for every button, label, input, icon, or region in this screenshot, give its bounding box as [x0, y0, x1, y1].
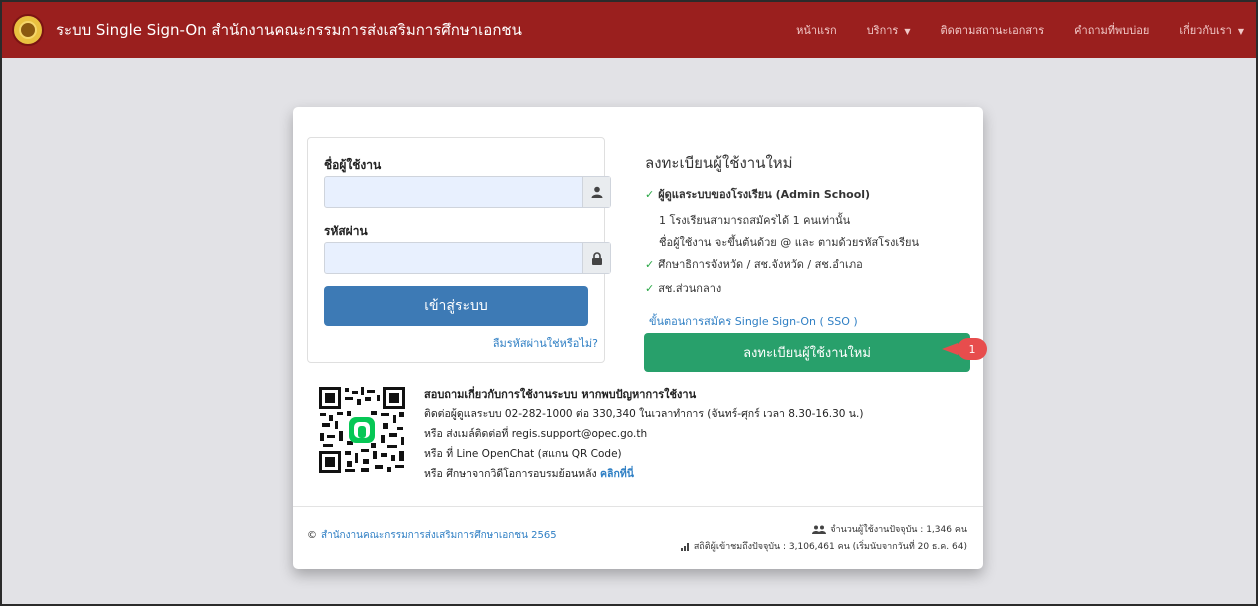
contact-video: หรือ ศึกษาจากวิดีโอการอบรมย้อนหลัง คลิกท…: [424, 468, 634, 480]
site-title[interactable]: ระบบ Single Sign-On สำนักงานคณะกรรมการส่…: [56, 18, 522, 42]
password-input-group: [324, 242, 611, 274]
nav-services[interactable]: บริการ ▼: [867, 21, 911, 39]
password-label: รหัสผ่าน: [324, 224, 368, 238]
forgot-password-link[interactable]: ลืมรหัสผ่านใช่หรือไม่?: [493, 334, 598, 352]
chevron-down-icon: ▼: [1237, 26, 1244, 36]
register-note-one-per-school: 1 โรงเรียนสามารถสมัครได้ 1 คนเท่านั้น: [659, 214, 851, 227]
register-item-province: ✓ ศึกษาธิการจังหวัด / สช.จังหวัด / สช.อำเ…: [645, 258, 863, 271]
nav-home[interactable]: หน้าแรก: [796, 21, 837, 39]
register-item-admin-school: ✓ ผู้ดูแลระบบของโรงเรียน (Admin School): [645, 188, 871, 201]
opec-logo: [12, 14, 44, 46]
chevron-down-icon: ▼: [904, 26, 911, 36]
contact-line-openchat: หรือ ที่ Line OpenChat (สแกน QR Code): [424, 448, 622, 460]
contact-email: หรือ ส่งเมล์ติดต่อที่ regis.support@opec…: [424, 428, 648, 440]
copyright-link[interactable]: สำนักงานคณะกรรมการส่งเสริมการศึกษาเอกชน …: [321, 530, 557, 541]
contact-phone: ติดต่อผู้ดูแลระบบ 02-282-1000 ต่อ 330,34…: [424, 408, 864, 420]
check-icon: ✓: [645, 258, 655, 271]
lock-icon: [582, 243, 610, 273]
visitors-stat: สถิติผู้เข้าชมถึงปัจจุบัน : 3,106,461 คน…: [680, 539, 967, 553]
username-label: ชื่อผู้ใช้งาน: [324, 158, 382, 172]
login-form: ชื่อผู้ใช้งาน รหัสผ่าน เข้าสู่ระบบ ลืมรห…: [307, 137, 611, 363]
step-badge-pointer: [942, 343, 958, 355]
main-nav: หน้าแรก บริการ ▼ ติดตามสถานะเอกสาร คำถามท…: [766, 2, 1244, 58]
register-button[interactable]: ลงทะเบียนผู้ใช้งานใหม่: [644, 333, 970, 372]
nav-track-status[interactable]: ติดตามสถานะเอกสาร: [940, 21, 1044, 39]
top-navbar: ระบบ Single Sign-On สำนักงานคณะกรรมการส่…: [2, 2, 1256, 58]
login-button[interactable]: เข้าสู่ระบบ: [324, 286, 588, 326]
register-item-central: ✓ สช.ส่วนกลาง: [645, 282, 722, 295]
users-icon: [812, 525, 827, 534]
sso-steps-link[interactable]: ขั้นตอนการสมัคร Single Sign-On ( SSO ): [649, 312, 858, 330]
register-note-username-format: ชื่อผู้ใช้งาน จะขึ้นต้นด้วย @ และ ตามด้ว…: [659, 236, 919, 249]
page: ระบบ Single Sign-On สำนักงานคณะกรรมการส่…: [0, 0, 1258, 606]
check-icon: ✓: [645, 188, 655, 201]
check-icon: ✓: [645, 282, 655, 295]
nav-faq[interactable]: คำถามที่พบบ่อย: [1074, 21, 1149, 39]
video-training-link[interactable]: คลิกที่นี่: [600, 468, 634, 480]
user-icon: [582, 177, 610, 207]
step-number-badge: 1: [957, 338, 987, 360]
bar-chart-icon: [680, 542, 689, 551]
register-title: ลงทะเบียนผู้ใช้งานใหม่: [645, 154, 793, 172]
login-card: ชื่อผู้ใช้งาน รหัสผ่าน เข้าสู่ระบบ ลืมรห…: [293, 107, 983, 569]
password-input[interactable]: [325, 243, 584, 273]
line-openchat-qr-code: [317, 385, 407, 475]
copyright: © สำนักงานคณะกรรมการส่งเสริมการศึกษาเอกชน…: [307, 530, 557, 541]
users-online-stat: จำนวนผู้ใช้งานปัจจุบัน : 1,346 คน: [812, 522, 967, 536]
card-footer-divider: [293, 506, 983, 507]
nav-about[interactable]: เกี่ยวกับเรา ▼: [1179, 21, 1244, 39]
username-input[interactable]: [325, 177, 584, 207]
username-input-group: [324, 176, 611, 208]
contact-title: สอบถามเกี่ยวกับการใช้งานระบบ หากพบปัญหาก…: [424, 388, 697, 401]
